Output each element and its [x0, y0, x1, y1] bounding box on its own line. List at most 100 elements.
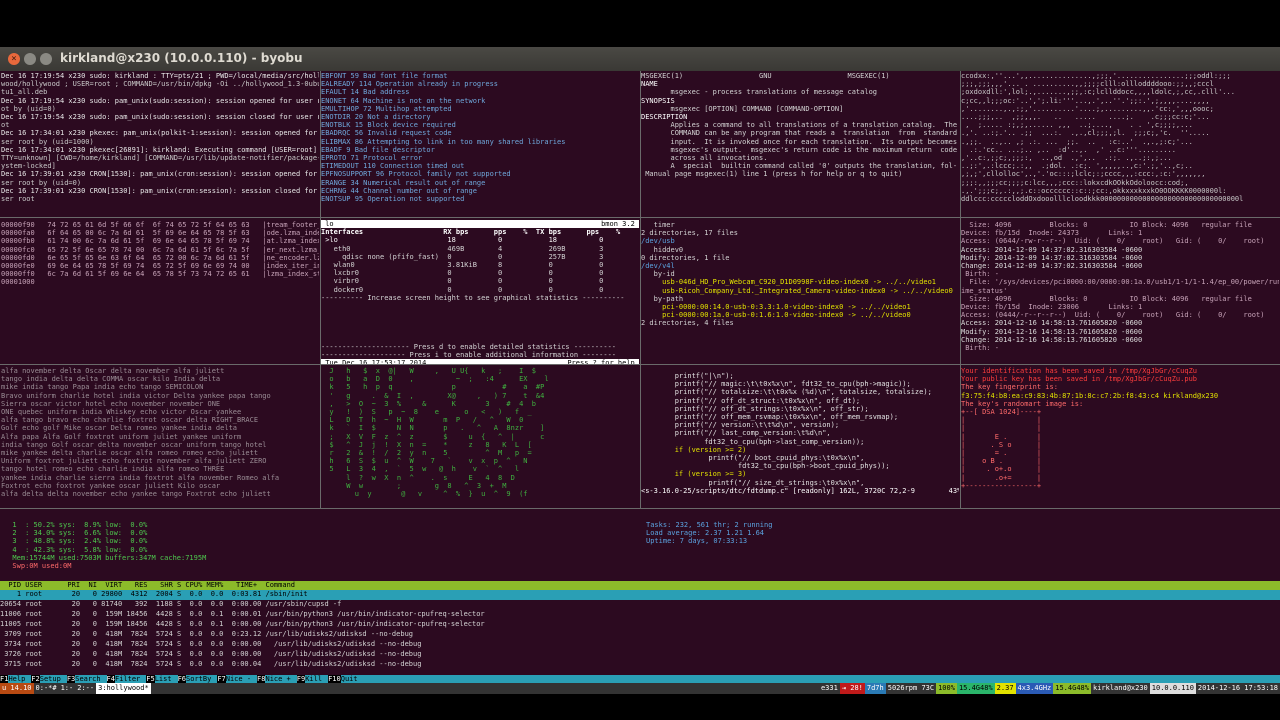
stat-line: Access: 2014-12-16 14:58:13.761605820 -0… [961, 319, 1143, 328]
status-segment[interactable]: 1:- [58, 683, 76, 694]
pane-errno-list[interactable]: EBFONT 59 Bad font file format EALREADY 1… [321, 72, 639, 217]
pane-bmon[interactable]: lo bmon 3.2 Interfaces RX bps pps % TX bp… [321, 220, 639, 364]
fkey-f8[interactable]: F8 [257, 675, 266, 683]
log-line: tu1_all.deb [1, 88, 48, 97]
log-line: TTY=unknown] [CWD=/home/kirkland] [COMMA… [1, 154, 319, 163]
process-row[interactable]: 11005 root 20 0 159M 18456 4428 S 0.0 0.… [0, 620, 1280, 630]
process-row[interactable]: 3726 root 20 0 418M 7824 5724 S 0.0 0.0 … [0, 650, 1280, 660]
fkey-label[interactable]: Help [8, 675, 32, 683]
fkey-f5[interactable]: F5 [146, 675, 155, 683]
htop-process-list[interactable]: 1 root 20 0 29800 4312 2004 S 0.0 0.0 0:… [0, 590, 1280, 674]
man-line: A special builtin command called '0' out… [641, 162, 958, 171]
code-line: fdt32_to_cpu(bph->boot_cpuid_phys)); [641, 462, 890, 471]
cpu-meter: 1 : 50.2% sys: 8.9% low: 0.0% [4, 521, 148, 529]
pane-matrix[interactable]: J h $ x @| W , U U{ k ; I $ o b a D 0 , … [321, 367, 639, 507]
status-indicator: 7d7h [864, 683, 886, 694]
process-row[interactable]: 11006 root 20 0 159M 18456 4428 S 0.0 0.… [0, 610, 1280, 620]
errno-line: EBADRQC 56 Invalid request code [321, 129, 452, 138]
ssh-line: The key fingerprint is: [961, 383, 1058, 392]
fkey-f10[interactable]: F10 [328, 675, 341, 683]
tree-line: usb-046d_HD_Pro_Webcam_C920_D1D0998F-vid… [641, 278, 937, 287]
fkey-f3[interactable]: F3 [66, 675, 76, 683]
pane-ssh-keygen[interactable]: Your identification has been saved in /t… [961, 367, 1279, 507]
window-titlebar[interactable]: × kirkland@x230 (10.0.0.110) - byobu [0, 47, 1280, 72]
bmon-hint: -------------------- Press i to enable a… [321, 351, 617, 360]
ascii-line: ,'..c:,;;c;,;;;:, ..,od .,',.. .:;. .,..… [961, 154, 1172, 163]
tree-line: 2 directories, 17 files [641, 229, 738, 238]
errno-line: ENOTSUP 95 Operation not supported [321, 195, 465, 204]
cpu-meter: 4 : 42.3% sys: 5.8% low: 0.0% [4, 545, 148, 554]
pane-ascii-art[interactable]: ccodxx:,''...',,...............,;;;,'...… [961, 72, 1279, 217]
fkey-label[interactable]: Search [75, 675, 107, 683]
matrix-line: r 2 & ! / 2 y n 5 ^ M p = [321, 449, 532, 458]
fkey-label[interactable]: Nice + [265, 675, 297, 683]
fkey-f2[interactable]: F2 [31, 675, 40, 683]
ssh-line: f3:75:f4:b8:ea:c9:83:4b:87:1b:8c:c7:2b:f… [961, 391, 1219, 400]
fkey-label[interactable]: Filter [114, 675, 147, 683]
man-line: across all invocations. [641, 154, 768, 163]
bmon-row: qdisc none (pfifo_fast) 0 0 257B 3 [321, 252, 604, 261]
stat-line: Size: 4096 Blocks: 0 IO Block: 4096 regu… [961, 294, 1252, 303]
stat-line: Birth: - [961, 344, 999, 353]
close-icon[interactable]: × [8, 53, 20, 65]
pane-tree[interactable]: timer 2 directories, 17 files/dev/usb hid… [641, 221, 959, 364]
ssh-line: Your public key has been saved in /tmp/X… [961, 375, 1198, 384]
fkey-label[interactable]: List [154, 675, 178, 683]
minimize-icon[interactable] [24, 53, 36, 65]
process-row[interactable]: 20654 root 20 0 81740 392 1188 S 0.0 0.0… [0, 600, 1280, 610]
nato-line: yankee india charlie sierra india foxtro… [1, 473, 280, 482]
pane-man-page[interactable]: MSGEXEC(1) GNU MSGEXEC(1) NAME msgexec - … [641, 72, 959, 217]
log-line: wood/hollywood ; USER=root ; COMMAND=/us… [1, 80, 319, 89]
process-row[interactable]: 3715 root 20 0 418M 7824 5724 S 0.0 0.0 … [0, 660, 1280, 670]
stat-line: Device: fb/15d Inode: 24373 Links: 1 [961, 229, 1143, 238]
fkey-f1[interactable]: F1 [0, 675, 9, 683]
errno-line: EFAULT 14 Bad address [321, 88, 410, 97]
bmon-row: lxcbr0 0 0 0 0 [321, 269, 604, 278]
pane-nato-text[interactable]: alfa november delta Oscar delta november… [1, 367, 319, 507]
tree-line: by-path [641, 294, 684, 303]
process-row[interactable]: 1 root 20 0 29800 4312 2004 S 0.0 0.0 0:… [0, 590, 1280, 600]
fkey-f7[interactable]: F7 [217, 675, 226, 683]
fkey-label[interactable]: Quit [340, 675, 364, 683]
fkey-f4[interactable]: F4 [106, 675, 115, 683]
fkey-f6[interactable]: F6 [177, 675, 187, 683]
log-line: ot [1, 121, 10, 130]
pane-hexdump[interactable]: 00000f90 74 72 65 61 6d 5f 66 6f 6f 74 6… [1, 221, 319, 364]
nato-line: mike india tango Papa india echo tango S… [1, 383, 204, 392]
maximize-icon[interactable] [40, 53, 52, 65]
fkey-f9[interactable]: F9 [296, 675, 306, 683]
pane-vim-code[interactable]: printf("|\n"); printf("// magic:\t\t0x%x… [641, 372, 959, 507]
log-line: Dec 16 17:19:54 x230 sudo: pam_unix(sudo… [1, 113, 319, 122]
pane-auth-log[interactable]: Dec 16 17:19:54 x230 sudo: kirkland : TT… [1, 72, 319, 217]
stat-line: Modify: 2014-12-16 14:58:13.761605820 -0… [961, 327, 1143, 336]
ssh-line: The key's randomart image is: [961, 399, 1084, 408]
status-indicator: 4x3.4GHz [1015, 683, 1054, 694]
htop-tasks: Tasks: 232, 561 thr; 2 running Load avera… [646, 521, 1046, 551]
process-row[interactable]: 3709 root 20 0 418M 7824 5724 S 0.0 0.0 … [0, 630, 1280, 640]
ascii-line: ;;;,;;;,,,'... . ..........,,;;;;clll:ol… [961, 80, 1214, 89]
code-line: <s-3.16.0-25/scripts/dtc/fdtdump.c" [rea… [641, 486, 959, 495]
window-tab-active[interactable]: 3:hollywood* [96, 683, 151, 694]
code-line: fdt32_to_cpu(bph->last_comp_version)); [641, 437, 865, 446]
status-indicator: 5026rpm 73C [885, 683, 937, 694]
process-row[interactable]: 3734 root 20 0 418M 7824 5724 S 0.0 0.0 … [0, 640, 1280, 650]
ascii-line: .,'. ..:;.'.. .;; ...:. .,.,cl;;;,;l. ;;… [961, 129, 1210, 138]
fkey-label[interactable]: Setup [39, 675, 67, 683]
status-segment[interactable]: 2:-- [75, 683, 97, 694]
nato-line: Foxtrot echo foxtrot yankee oscar juliet… [1, 481, 221, 490]
stat-line: Device: fb/15d Inode: 23006 Links: 1 [961, 303, 1143, 312]
ascii-line: c;cc,,l;;;oc:'..',';.li:'''...,.',..''.'… [961, 96, 1210, 105]
status-segment[interactable]: 0:-*# [33, 683, 59, 694]
bmon-hint: --------------------- Press d to enable … [321, 343, 617, 352]
byobu-terminal[interactable]: Dec 16 17:19:54 x230 sudo: kirkland : TT… [0, 71, 1280, 694]
pane-divider [0, 508, 1280, 509]
htop-function-keys[interactable]: F1Help F2Setup F3Search F4Filter F5List F6Sor… [0, 675, 1280, 683]
errno-line: ELIBMAX 86 Attempting to link in too man… [321, 137, 566, 146]
fkey-label[interactable]: SortBy [186, 675, 218, 683]
pane-stat[interactable]: Size: 4096 Blocks: 0 IO Block: 4096 regu… [961, 221, 1279, 364]
htop-column-header[interactable]: PID USER PRI NI VIRT RES SHR S CPU% MEM%… [0, 581, 1280, 590]
tree-line: hiddev0 [641, 245, 684, 254]
nato-line: alfa delta delta november echo yankee ta… [1, 490, 271, 499]
fkey-label[interactable]: Kill [305, 675, 329, 683]
fkey-label[interactable]: Nice - [225, 675, 258, 683]
